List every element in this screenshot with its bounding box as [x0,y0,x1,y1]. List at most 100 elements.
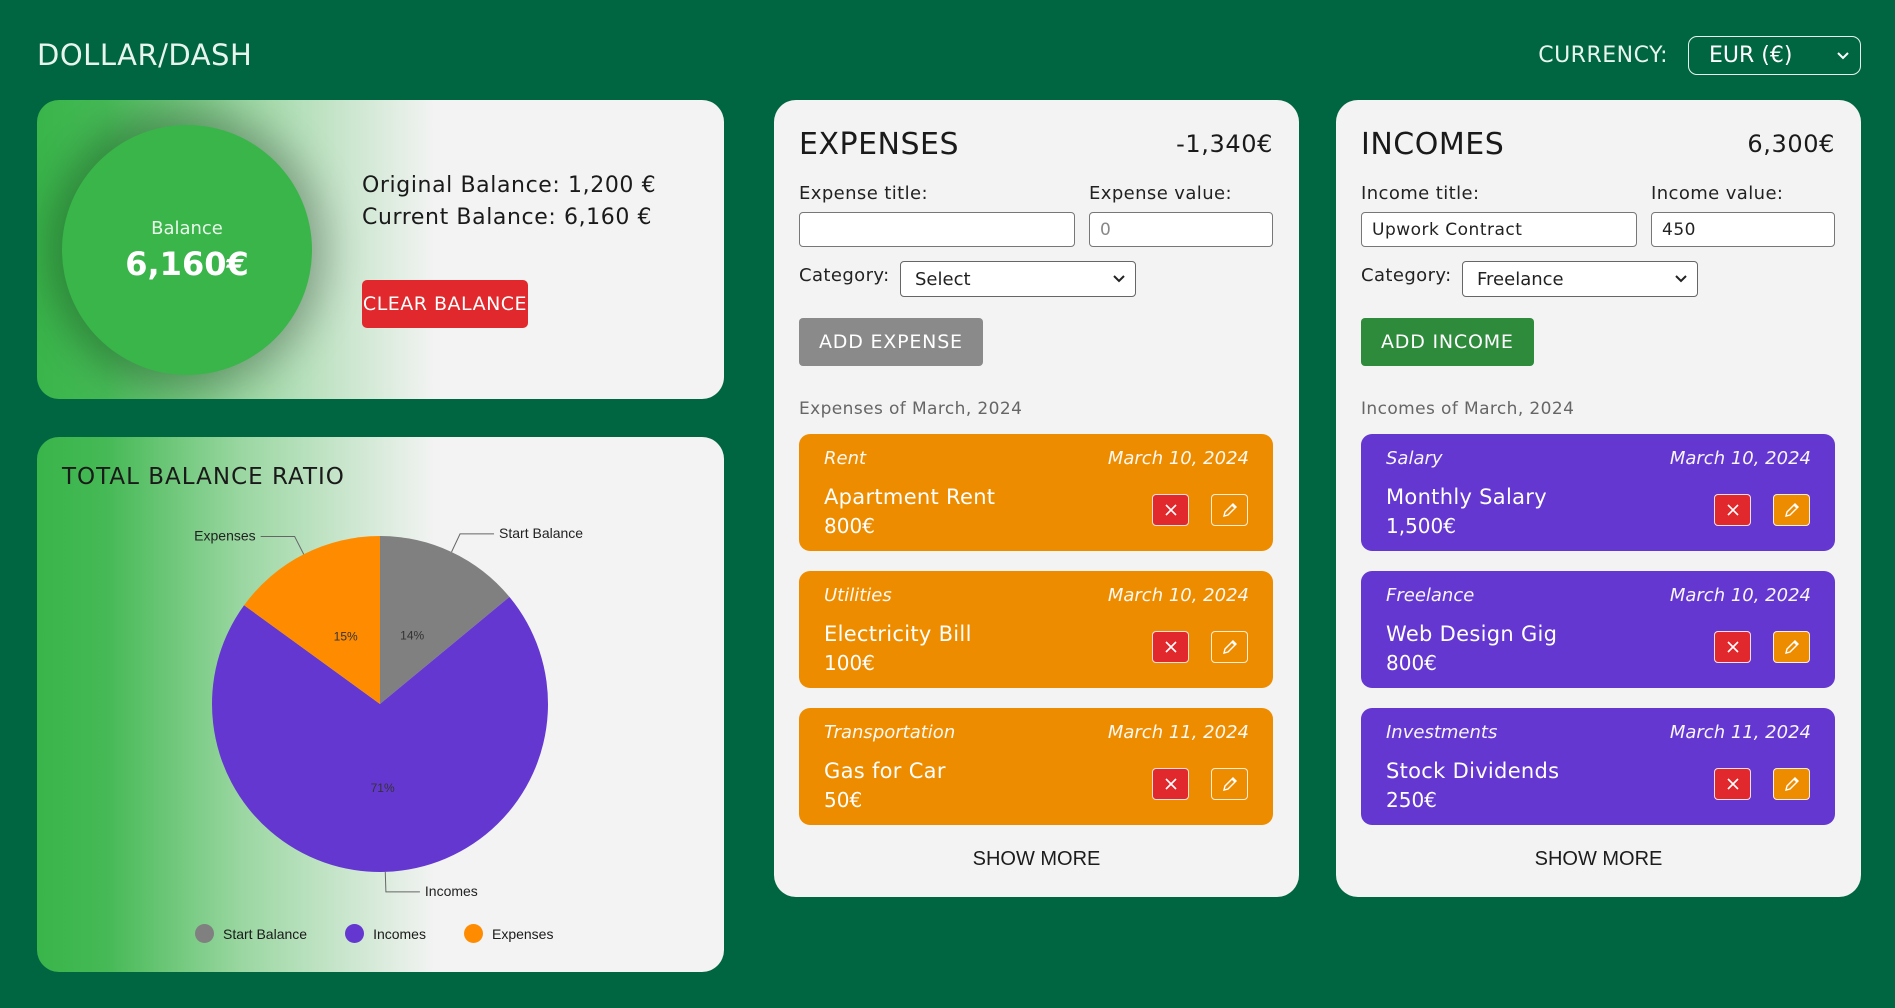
item-date: March 10, 2024 [1107,448,1249,469]
currency-select[interactable]: EUR (€) [1688,36,1861,75]
edit-button[interactable] [1773,631,1810,663]
item-category: Salary [1386,448,1443,469]
income-item: Salary March 10, 2024 Monthly Salary 1,5… [1361,434,1835,551]
pie-callout-line [451,533,495,553]
legend-item-expenses[interactable]: Expenses [463,924,553,943]
delete-button[interactable] [1714,631,1751,663]
expense-item: Utilities March 10, 2024 Electricity Bil… [799,571,1273,688]
expense-category-select[interactable]: Select [900,261,1136,297]
incomes-period: Incomes of March, 2024 [1361,399,1575,419]
item-amount: 250€ [1386,788,1437,812]
incomes-total: 6,300€ [1747,130,1835,158]
currency-label: CURRENCY: [1538,43,1668,68]
expense-item: Transportation March 11, 2024 Gas for Ca… [799,708,1273,825]
expense-title-label: Expense title: [799,183,928,204]
edit-button[interactable] [1773,494,1810,526]
pie-callout-label: Incomes [425,883,478,899]
item-date: March 10, 2024 [1669,448,1811,469]
income-category-label: Category: [1361,265,1452,286]
currency-selector: CURRENCY: EUR (€) [1538,36,1861,75]
item-name: Gas for Car [824,759,946,783]
legend-item-incomes[interactable]: Incomes [345,924,426,943]
legend-label: Incomes [373,925,426,942]
income-title-label: Income title: [1361,183,1480,204]
close-icon [1164,504,1177,516]
item-date: March 10, 2024 [1107,585,1249,606]
incomes-show-more[interactable]: SHOW MORE [1336,848,1861,871]
delete-button[interactable] [1152,494,1189,526]
income-category-select[interactable]: Freelance [1462,261,1698,297]
item-amount: 800€ [824,514,875,538]
close-icon [1164,641,1177,653]
close-icon [1726,504,1739,516]
expense-title-input[interactable] [799,212,1075,247]
delete-button[interactable] [1152,768,1189,800]
item-category: Investments [1386,722,1498,743]
add-income-button[interactable]: ADD INCOME [1361,318,1534,366]
edit-button[interactable] [1773,768,1810,800]
close-icon [1164,778,1177,790]
add-expense-button[interactable]: ADD EXPENSE [799,318,983,366]
app-logo: DOLLAR/DASH [37,38,253,72]
income-category-value: Freelance [1477,268,1564,290]
delete-button[interactable] [1714,768,1751,800]
expenses-title: EXPENSES [799,127,960,162]
legend-label: Start Balance [223,925,308,942]
original-balance: Original Balance: 1,200 € [362,173,657,198]
legend-dot [463,924,483,943]
expenses-show-more[interactable]: SHOW MORE [774,848,1299,871]
item-name: Apartment Rent [824,485,996,509]
pie-percent-label: 14% [400,629,424,643]
item-date: March 10, 2024 [1669,585,1811,606]
pencil-icon [1784,777,1799,791]
edit-button[interactable] [1211,768,1248,800]
expenses-period: Expenses of March, 2024 [799,399,1023,419]
balance-label: Balance [151,217,223,239]
delete-button[interactable] [1152,631,1189,663]
balance-details: Original Balance: 1,200 € Current Balanc… [362,170,656,234]
delete-button[interactable] [1714,494,1751,526]
pie-callout-line [260,535,305,555]
item-category: Freelance [1386,585,1475,606]
item-name: Stock Dividends [1386,759,1560,783]
expense-item: Rent March 10, 2024 Apartment Rent 800€ [799,434,1273,551]
item-name: Web Design Gig [1386,622,1558,646]
legend-dot [195,924,214,943]
balance-circle: Balance 6,160€ [62,125,312,375]
item-date: March 11, 2024 [1107,722,1249,743]
expense-value-label: Expense value: [1089,183,1232,204]
edit-button[interactable] [1211,631,1248,663]
item-amount: 50€ [824,788,863,812]
clear-balance-button[interactable]: CLEAR BALANCE [362,280,528,328]
item-name: Electricity Bill [824,622,972,646]
income-item: Investments March 11, 2024 Stock Dividen… [1361,708,1835,825]
income-value-label: Income value: [1651,183,1784,204]
pie-percent-label: 71% [371,781,395,795]
balance-value: 6,160€ [125,244,249,283]
balance-ratio-card: TOTAL BALANCE RATIO 14% Start Balance 71% I… [37,437,724,972]
expense-category-label: Category: [799,265,890,286]
item-amount: 100€ [824,651,875,675]
pie-callout-line [384,871,420,893]
pencil-icon [1222,777,1237,791]
legend-item-start-balance[interactable]: Start Balance [195,924,307,943]
current-balance: Current Balance: 6,160 € [362,205,653,230]
item-category: Transportation [824,722,956,743]
pie-callout-label: Expenses [194,527,255,543]
currency-value: EUR (€) [1709,43,1793,68]
pencil-icon [1222,640,1237,654]
item-name: Monthly Salary [1386,485,1547,509]
income-value-input[interactable]: 450 [1651,212,1835,247]
expenses-total: -1,340€ [1176,130,1273,158]
item-amount: 800€ [1386,651,1437,675]
item-date: March 11, 2024 [1669,722,1811,743]
expense-value-input[interactable]: 0 [1089,212,1273,247]
chevron-down-icon [1675,275,1687,283]
legend-dot [345,924,365,943]
item-amount: 1,500€ [1386,514,1456,538]
edit-button[interactable] [1211,494,1248,526]
income-item: Freelance March 10, 2024 Web Design Gig … [1361,571,1835,688]
expense-category-value: Select [915,268,971,290]
pencil-icon [1784,640,1799,654]
income-title-input[interactable]: Upwork Contract [1361,212,1637,247]
